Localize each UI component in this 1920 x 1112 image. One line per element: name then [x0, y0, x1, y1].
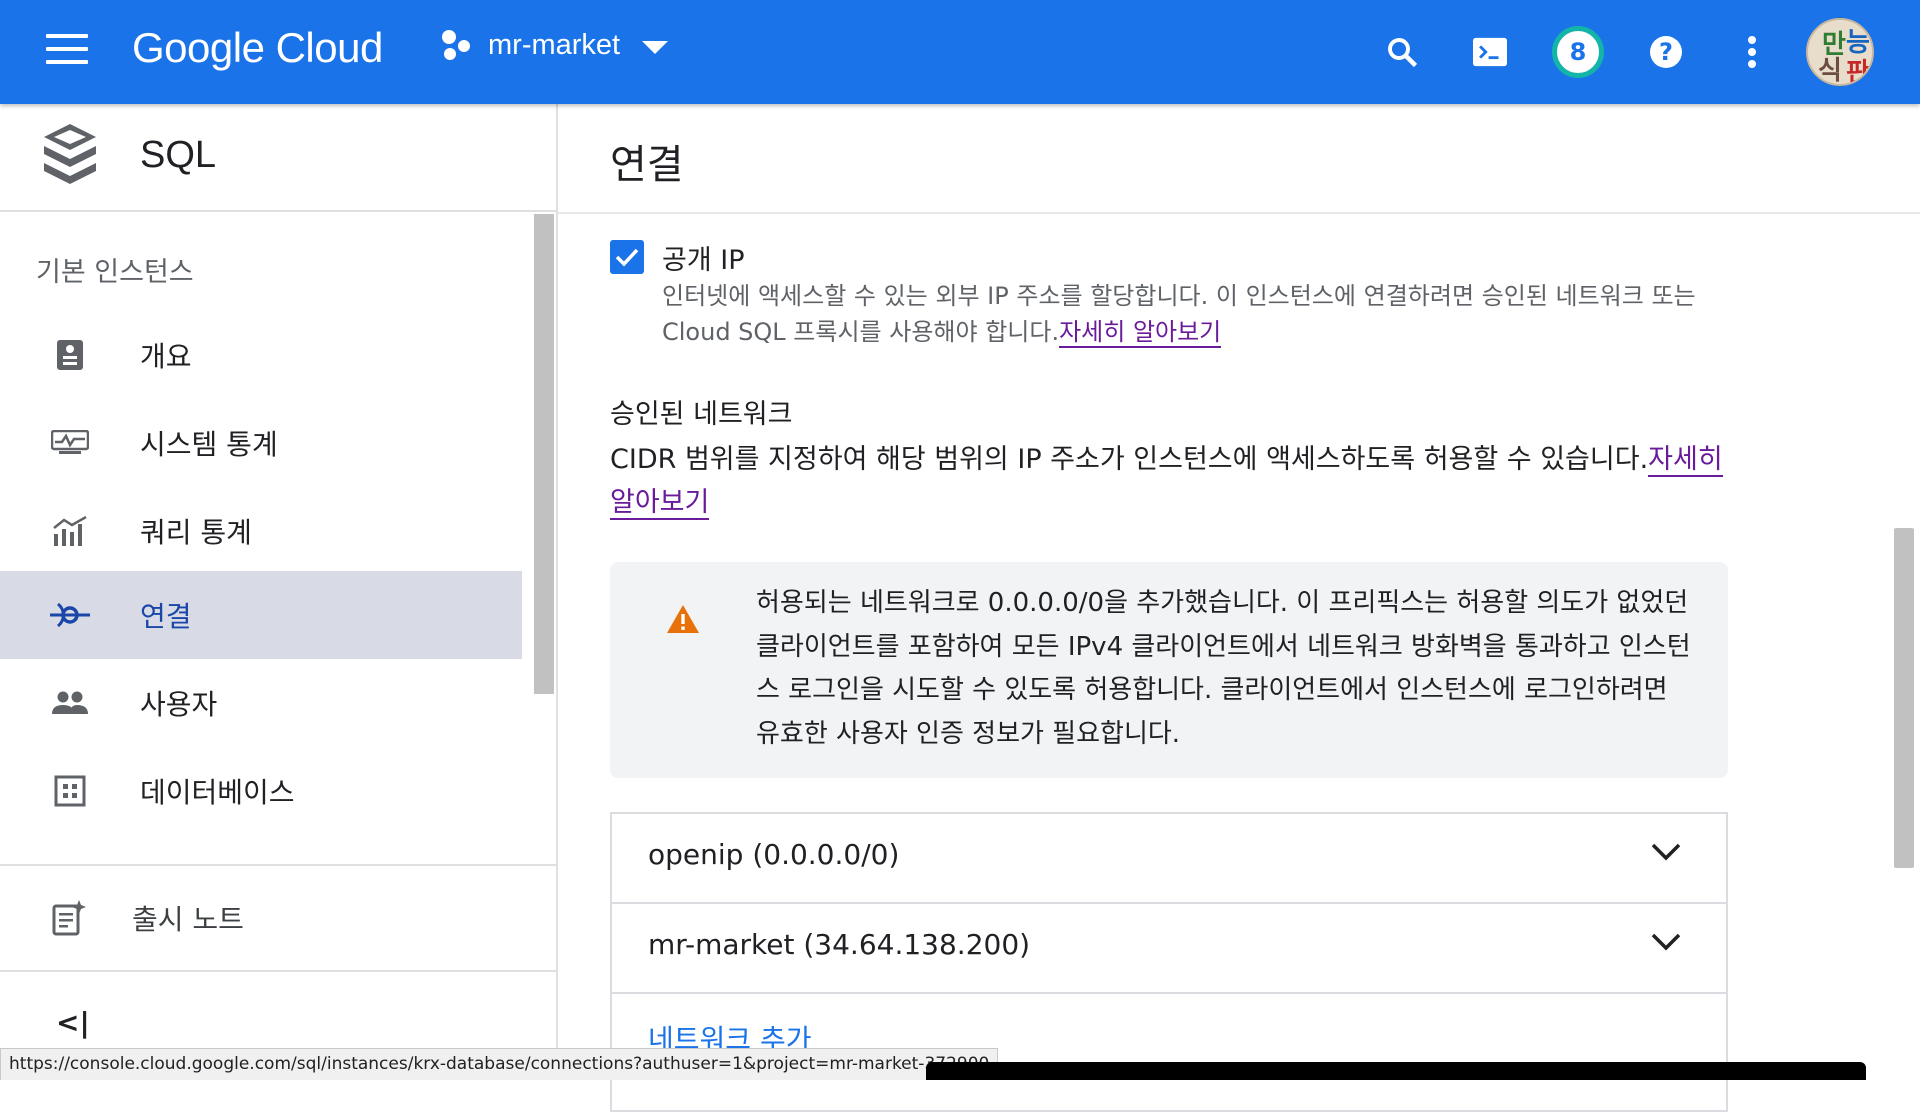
chevron-down-icon — [642, 40, 669, 54]
search-icon[interactable] — [1376, 26, 1428, 78]
databases-icon — [48, 769, 92, 813]
sidebar-item-label: 개요 — [140, 340, 192, 373]
check-icon — [615, 248, 639, 267]
main-menu-button[interactable] — [46, 34, 88, 68]
project-name: mr-market — [488, 28, 621, 61]
sidebar-item-label: 시스템 통계 — [140, 428, 278, 461]
sidebar-item-query-insights[interactable]: 쿼리 통계 — [0, 487, 522, 575]
project-selector[interactable]: mr-market — [440, 28, 669, 62]
monitoring-icon — [48, 421, 92, 465]
more-vert-icon[interactable] — [1726, 26, 1778, 78]
network-label: mr-market (34.64.138.200) — [648, 928, 1031, 961]
sidebar-item-system-insights[interactable]: 시스템 통계 — [0, 399, 522, 487]
sidebar-item-databases[interactable]: 데이터베이스 — [0, 747, 522, 835]
warning-icon — [666, 604, 700, 638]
public-ip-learn-more-link[interactable]: 자세히 알아보기 — [1059, 318, 1222, 348]
release-notes-icon — [52, 900, 86, 940]
sidebar-item-users[interactable]: 사용자 — [0, 659, 522, 747]
connections-icon — [48, 593, 92, 637]
sql-logo-icon — [42, 124, 98, 194]
warning-text: 허용되는 네트워크로 0.0.0.0/0을 추가했습니다. 이 프리픽스는 허용… — [756, 588, 1691, 749]
main-scrollbar[interactable] — [1894, 528, 1914, 868]
sidebar-item-label: 쿼리 통계 — [140, 516, 252, 549]
project-icon — [440, 28, 474, 62]
google-cloud-logo[interactable]: Google Cloud — [132, 24, 383, 72]
network-row-openip[interactable]: openip (0.0.0.0/0) — [612, 814, 1726, 904]
public-ip-label: 공개 IP — [662, 245, 745, 276]
sidebar-item-connections[interactable]: 연결 — [0, 571, 522, 659]
release-notes-link[interactable]: 출시 노트 — [0, 864, 556, 974]
product-title: SQL — [140, 134, 217, 176]
collapse-icon: <| — [56, 1006, 90, 1039]
page-title: 연결 — [610, 142, 684, 188]
public-ip-checkbox[interactable] — [610, 240, 644, 274]
account-avatar[interactable]: 만 능 식 판 — [1806, 18, 1874, 86]
chevron-down-icon[interactable] — [1650, 842, 1682, 866]
sidebar-header: SQL — [0, 104, 556, 212]
notifications-badge[interactable]: 8 — [1552, 26, 1604, 78]
help-icon[interactable]: ? — [1640, 26, 1692, 78]
public-ip-description: 인터넷에 액세스할 수 있는 외부 IP 주소를 할당합니다. 이 인스턴스에 … — [662, 282, 1696, 348]
dashboard-icon — [48, 333, 92, 377]
main-content: 연결 공개 IP 인터넷에 액세스할 수 있는 외부 IP 주소를 할당합니다.… — [558, 104, 1920, 1112]
top-bar: Google Cloud mr-market 8 ? 만 능 식 판 — [0, 0, 1920, 104]
sidebar: SQL 기본 인스턴스 개요 시스템 통계 쿼리 통계 연결 사용자 데이터베이… — [0, 104, 558, 1080]
taskbar-edge — [926, 1062, 1866, 1080]
sidebar-section-label: 기본 인스턴스 — [36, 257, 194, 288]
warning-banner: 허용되는 네트워크로 0.0.0.0/0을 추가했습니다. 이 프리픽스는 허용… — [610, 562, 1728, 778]
sidebar-item-label: 사용자 — [140, 688, 218, 721]
query-insights-icon — [48, 509, 92, 553]
sidebar-scrollbar[interactable] — [534, 214, 554, 694]
title-divider — [558, 212, 1920, 214]
release-notes-label: 출시 노트 — [132, 903, 244, 936]
sidebar-item-label: 데이터베이스 — [140, 776, 295, 809]
network-label: openip (0.0.0.0/0) — [648, 838, 900, 871]
link-status-bar: https://console.cloud.google.com/sql/ins… — [0, 1048, 999, 1080]
sidebar-item-label: 연결 — [140, 600, 192, 633]
cloud-shell-icon[interactable] — [1464, 26, 1516, 78]
network-row-mr-market[interactable]: mr-market (34.64.138.200) — [612, 904, 1726, 994]
authorized-networks-description: CIDR 범위를 지정하여 해당 범위의 IP 주소가 인스턴스에 액세스하도록… — [610, 444, 1723, 520]
authorized-networks-title: 승인된 네트워크 — [610, 399, 793, 430]
users-icon — [48, 681, 92, 725]
chevron-down-icon[interactable] — [1650, 932, 1682, 956]
sidebar-item-overview[interactable]: 개요 — [0, 311, 522, 399]
